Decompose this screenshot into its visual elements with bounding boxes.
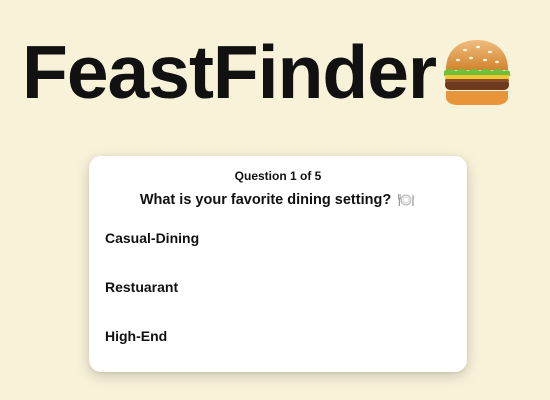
app-title: FeastFinder [22, 29, 437, 114]
question-text: What is your favorite dining setting? [139, 192, 392, 208]
answer-option-label: Casual-Dining [105, 230, 200, 246]
answer-option-high-end[interactable]: High-End [105, 321, 451, 351]
app-header: FeastFinder [22, 22, 516, 122]
answer-option-label: Restuarant [105, 279, 179, 295]
answer-option-label: High-End [105, 328, 168, 344]
answer-option-casual-dining[interactable]: Casual-Dining [105, 223, 451, 253]
plate-icon [396, 192, 416, 208]
question-counter: Question 1 of 5 [234, 169, 322, 183]
burger-icon [438, 34, 516, 112]
question-row: What is your favorite dining setting? [89, 192, 467, 208]
quiz-card: Question 1 of 5 What is your favorite di… [89, 156, 467, 372]
answer-option-restaurant[interactable]: Restuarant [105, 272, 451, 302]
